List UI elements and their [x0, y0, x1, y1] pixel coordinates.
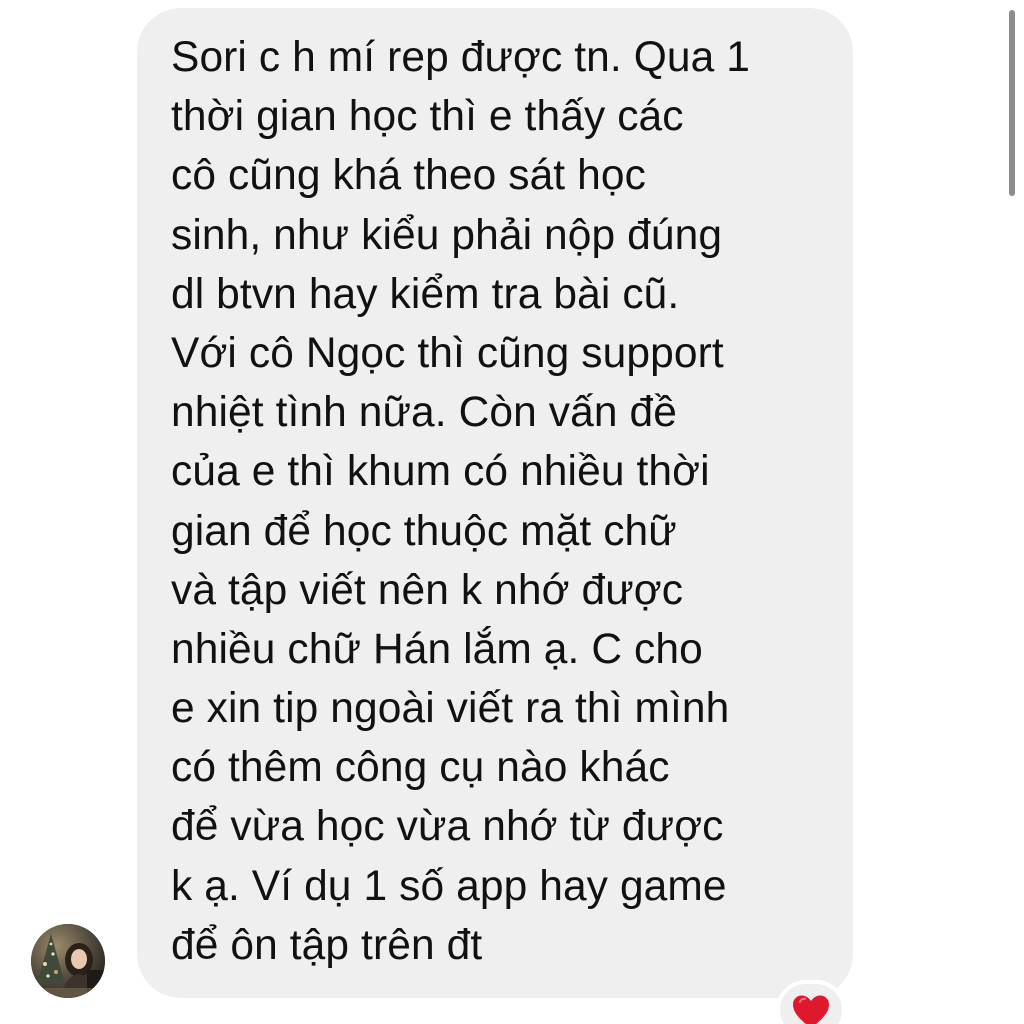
sender-avatar[interactable]	[31, 924, 105, 998]
message-line: Sori c h mí rep được tn. Qua 1	[171, 34, 750, 81]
message-line: dl btvn hay kiểm tra bài cũ.	[171, 270, 680, 318]
message-line: gian để học thuộc mặt chữ	[171, 507, 677, 555]
message-line: e xin tip ngoài viết ra thì mình	[171, 685, 730, 733]
message-line: k ạ. Ví dụ 1 số app hay game	[171, 862, 727, 910]
received-message-bubble[interactable]: Sori c h mí rep được tn. Qua 1 thời gian…	[137, 8, 853, 998]
message-text: Sori c h mí rep được tn. Qua 1 thời gian…	[171, 28, 835, 975]
reaction-badge[interactable]	[776, 980, 846, 1024]
message-line: của e thì khum có nhiều thời	[171, 448, 710, 496]
message-line: và tập viết nên k nhớ được	[171, 566, 684, 614]
message-line: sinh, như kiểu phải nộp đúng	[171, 211, 723, 259]
heart-shape	[793, 995, 829, 1024]
message-line: để vừa học vừa nhớ từ được	[171, 803, 724, 851]
message-line: cô cũng khá theo sát học	[171, 152, 646, 200]
scrollbar-thumb[interactable]	[1009, 10, 1015, 196]
message-line: thời gian học thì e thấy các	[171, 93, 684, 141]
avatar-photo-icon	[31, 924, 105, 998]
message-line: để ôn tập trên đt	[171, 921, 483, 969]
red-heart-icon	[793, 995, 829, 1024]
message-line: có thêm công cụ nào khác	[171, 744, 670, 792]
message-line: Với cô Ngọc thì cũng support	[171, 329, 724, 377]
message-line: nhiệt tình nữa. Còn vấn đề	[171, 389, 677, 437]
message-line: nhiều chữ Hán lắm ạ. C cho	[171, 625, 703, 673]
